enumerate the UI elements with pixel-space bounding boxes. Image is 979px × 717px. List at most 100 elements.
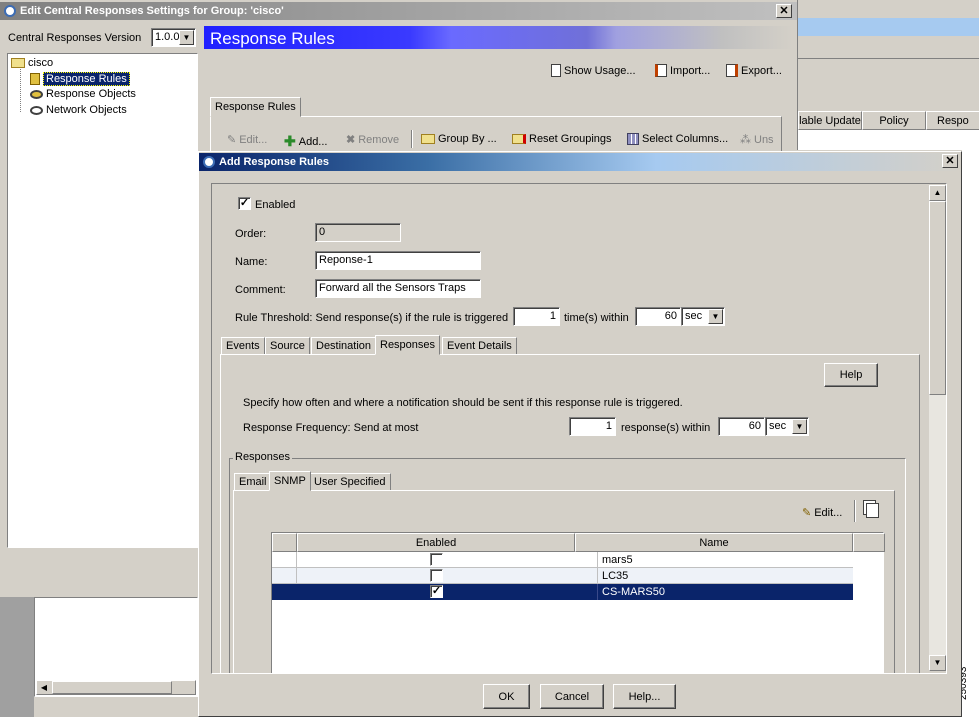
far-table-header: lable Update Policy Respo <box>798 111 979 130</box>
network-object-icon <box>30 105 43 115</box>
scroll-thumb[interactable] <box>929 201 946 395</box>
ungroup-icon: ⁂ <box>740 134 751 146</box>
horizontal-scrollbar[interactable]: ◀ <box>36 680 196 695</box>
row-enabled-checkbox[interactable]: ✓ <box>430 585 443 598</box>
ok-button[interactable]: OK <box>483 684 530 709</box>
snmp-toolbar-separator <box>854 500 856 522</box>
dialog-close-button[interactable]: ✕ <box>942 154 958 168</box>
row-name: mars5 <box>597 552 853 568</box>
tab-responses[interactable]: Responses <box>375 335 441 355</box>
comment-label: Comment: <box>235 284 286 296</box>
rules-icon <box>30 73 40 85</box>
folder-icon <box>11 58 25 68</box>
add-button[interactable]: ✚ Add... <box>284 133 327 150</box>
plus-icon: ✚ <box>284 133 296 149</box>
far-col-update[interactable]: lable Update <box>798 111 862 130</box>
reset-folder-icon <box>512 134 526 144</box>
snmp-table: Enabled Name mars5 LC35 ✓ CS-MARS50 <box>271 532 885 673</box>
name-label: Name: <box>235 256 268 268</box>
dialog-icon <box>203 156 215 168</box>
far-right-divider <box>798 58 979 84</box>
scroll-left-arrow[interactable]: ◀ <box>37 681 51 694</box>
far-right-window: lable Update Policy Respo <box>797 0 979 150</box>
row-header <box>272 584 297 600</box>
table-row-selected[interactable]: ✓ CS-MARS50 <box>272 584 853 600</box>
reset-groupings-button[interactable]: Reset Groupings <box>512 133 612 145</box>
threshold-within-label: time(s) within <box>564 312 629 324</box>
remove-button[interactable]: ✖ Remove <box>346 133 399 147</box>
threshold-time-field[interactable]: 60 <box>635 307 681 326</box>
row-enabled-checkbox[interactable] <box>430 553 443 566</box>
dialog-title: Add Response Rules <box>219 156 330 168</box>
copy-icon[interactable] <box>866 503 879 518</box>
tree-item-network-objects[interactable]: Network Objects <box>30 104 127 116</box>
scroll-down-arrow[interactable]: ▼ <box>929 655 946 671</box>
tab-destination[interactable]: Destination <box>311 337 377 355</box>
scroll-thumb[interactable] <box>52 681 172 694</box>
threshold-unit-arrow[interactable]: ▼ <box>708 309 723 324</box>
table-row[interactable]: mars5 <box>272 552 853 568</box>
export-icon <box>726 64 738 77</box>
x-icon: ✖ <box>346 134 356 146</box>
snmp-edit-button[interactable]: ✎ Edit... <box>802 506 842 520</box>
tab-events[interactable]: Events <box>221 337 265 355</box>
back-window-title: Edit Central Responses Settings for Grou… <box>20 5 284 17</box>
scroll-up-arrow[interactable]: ▲ <box>929 185 946 201</box>
columns-icon <box>627 133 639 145</box>
order-field: 0 <box>315 223 401 242</box>
tab-snmp[interactable]: SNMP <box>269 471 311 491</box>
show-usage-button[interactable]: Show Usage... <box>551 64 636 77</box>
app-icon <box>4 5 16 17</box>
tab-event-details[interactable]: Event Details <box>442 337 517 355</box>
ungroup-button[interactable]: ⁂ Uns <box>740 133 780 147</box>
frequency-count-field[interactable]: 1 <box>569 417 616 436</box>
threshold-count-field[interactable]: 1 <box>513 307 560 326</box>
select-columns-button[interactable]: Select Columns... <box>627 133 728 145</box>
tab-response-rules[interactable]: Response Rules <box>210 97 301 117</box>
import-button[interactable]: Import... <box>655 64 710 77</box>
enabled-checkbox[interactable]: ✓ <box>238 197 251 210</box>
col-header-name[interactable]: Name <box>575 533 853 552</box>
response-rules-banner: Response Rules <box>204 26 793 49</box>
cancel-button[interactable]: Cancel <box>540 684 604 709</box>
help-button[interactable]: Help <box>824 363 878 387</box>
row-name: CS-MARS50 <box>597 584 853 600</box>
version-label: Central Responses Version <box>8 32 142 44</box>
tree-panel: cisco Response Rules Response Objects Ne… <box>7 53 198 548</box>
tree-item-response-objects[interactable]: Response Objects <box>30 88 136 100</box>
row-header <box>272 552 297 568</box>
responses-description: Specify how often and where a notificati… <box>243 397 683 409</box>
enabled-label: Enabled <box>255 199 296 211</box>
version-select-arrow[interactable]: ▼ <box>179 30 194 45</box>
help-dialog-button[interactable]: Help... <box>613 684 676 709</box>
frequency-time-field[interactable]: 60 <box>718 417 765 436</box>
dialog-content: ✓ Enabled Order: 0 Name: Reponse-1 Comme… <box>211 183 947 674</box>
dialog-vertical-scrollbar[interactable]: ▲ ▼ <box>929 185 946 671</box>
frequency-label: Response Frequency: Send at most <box>243 422 419 434</box>
export-button[interactable]: Export... <box>726 64 782 77</box>
row-enabled-checkbox[interactable] <box>430 569 443 582</box>
tree-root[interactable]: cisco <box>11 57 53 69</box>
dialog-titlebar[interactable]: Add Response Rules <box>199 153 961 171</box>
col-header-enabled[interactable]: Enabled <box>297 533 575 552</box>
back-window-titlebar[interactable]: Edit Central Responses Settings for Grou… <box>0 2 797 20</box>
frequency-unit-arrow[interactable]: ▼ <box>792 419 807 434</box>
edit-button[interactable]: ✎ Edit... <box>227 133 267 147</box>
tab-source[interactable]: Source <box>265 337 310 355</box>
far-col-response[interactable]: Respo <box>926 111 979 130</box>
group-by-button[interactable]: Group By ... <box>421 133 497 145</box>
show-usage-icon <box>551 64 561 77</box>
back-close-button[interactable]: ✕ <box>776 4 792 18</box>
col-header-filler <box>853 533 885 552</box>
threshold-label: Rule Threshold: Send response(s) if the … <box>235 312 509 324</box>
tab-email[interactable]: Email <box>234 473 272 491</box>
lower-left-strip <box>0 597 34 717</box>
frequency-within-label: response(s) within <box>621 422 711 434</box>
tab-user-specified[interactable]: User Specified <box>309 473 391 491</box>
name-field[interactable]: Reponse-1 <box>315 251 481 270</box>
comment-field[interactable]: Forward all the Sensors Traps <box>315 279 481 298</box>
pencil-icon: ✎ <box>227 134 237 146</box>
tree-item-response-rules[interactable]: Response Rules <box>30 72 130 86</box>
table-row[interactable]: LC35 <box>272 568 853 584</box>
far-col-policy[interactable]: Policy <box>862 111 926 130</box>
